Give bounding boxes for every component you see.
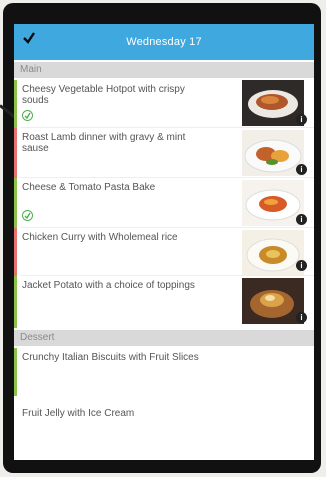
menu-item-name: Cheesy Vegetable Hotpot with crispy soud… bbox=[22, 84, 185, 106]
dish-photo bbox=[242, 230, 304, 276]
menu-item[interactable]: Jacket Potato with a choice of toppings … bbox=[14, 276, 314, 328]
menu-item-name: Roast Lamb dinner with gravy & mint saus… bbox=[22, 132, 186, 154]
menu-item-name: Crunchy Italian Biscuits with Fruit Slic… bbox=[22, 352, 199, 363]
day-header: Wednesday 17 bbox=[14, 24, 314, 60]
menu-item-name: Fruit Jelly with Ice Cream bbox=[22, 408, 135, 419]
vegetarian-leaf-icon bbox=[22, 210, 33, 221]
menu-item-name: Cheese & Tomato Pasta Bake bbox=[22, 182, 156, 193]
menu-item[interactable]: Roast Lamb dinner with gravy & mint saus… bbox=[14, 128, 314, 178]
menu-item[interactable]: Crunchy Italian Biscuits with Fruit Slic… bbox=[14, 348, 314, 396]
dish-photo bbox=[242, 80, 304, 126]
checkmark-icon[interactable] bbox=[22, 31, 36, 45]
dish-photo bbox=[242, 130, 304, 176]
category-bar bbox=[14, 80, 17, 128]
info-icon[interactable]: i bbox=[296, 114, 307, 125]
category-bar bbox=[14, 228, 17, 276]
category-bar bbox=[14, 276, 17, 328]
section-header-main: Main bbox=[14, 62, 314, 78]
menu-item[interactable]: Cheese & Tomato Pasta Bake i bbox=[14, 178, 314, 228]
category-bar bbox=[14, 178, 17, 228]
category-bar bbox=[14, 348, 17, 396]
menu-item[interactable]: Fruit Jelly with Ice Cream bbox=[14, 396, 314, 436]
dish-photo bbox=[242, 278, 304, 324]
day-title: Wednesday 17 bbox=[126, 36, 202, 48]
vegetarian-leaf-icon bbox=[22, 110, 33, 121]
category-bar bbox=[14, 128, 17, 178]
info-icon[interactable]: i bbox=[296, 312, 307, 323]
dish-photo bbox=[242, 180, 304, 226]
section-header-dessert: Dessert bbox=[14, 330, 314, 346]
info-icon[interactable]: i bbox=[296, 260, 307, 271]
app-screen: Wednesday 17 Main Cheesy Vegetable Hotpo… bbox=[14, 24, 314, 460]
menu-item[interactable]: Cheesy Vegetable Hotpot with crispy soud… bbox=[14, 80, 314, 128]
menu-item-name: Chicken Curry with Wholemeal rice bbox=[22, 232, 178, 243]
info-icon[interactable]: i bbox=[296, 164, 307, 175]
menu-item[interactable]: Chicken Curry with Wholemeal rice i bbox=[14, 228, 314, 276]
menu-item-name: Jacket Potato with a choice of toppings bbox=[22, 280, 195, 291]
info-icon[interactable]: i bbox=[296, 214, 307, 225]
